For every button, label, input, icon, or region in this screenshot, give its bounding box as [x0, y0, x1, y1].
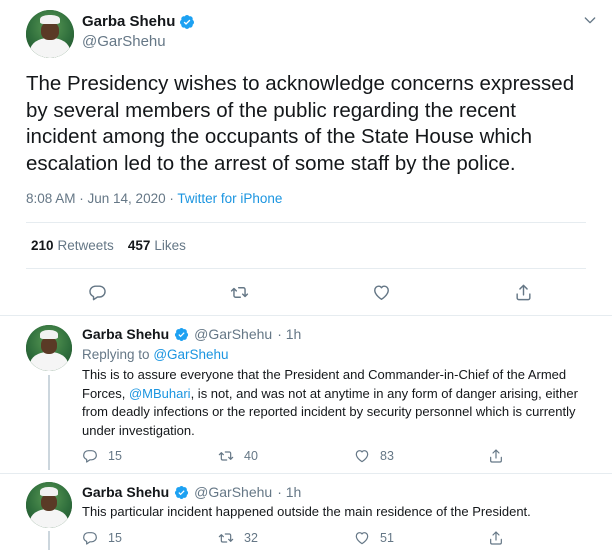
reply-text: This particular incident happened outsid…: [82, 504, 531, 519]
share-action[interactable]: [488, 448, 504, 464]
author-name[interactable]: Garba Shehu: [82, 13, 195, 30]
reply-time[interactable]: · 1h: [277, 484, 301, 500]
author-name[interactable]: Garba Shehu: [82, 326, 169, 342]
author-handle[interactable]: @GarShehu: [194, 484, 272, 500]
chevron-down-icon[interactable]: [582, 12, 598, 28]
avatar[interactable]: [26, 10, 74, 58]
tweet-text: The Presidency wishes to acknowledge con…: [26, 72, 575, 175]
replying-to: Replying to @GarShehu: [82, 347, 229, 362]
reply-header: Garba Shehu @GarShehu · 1h: [82, 326, 301, 342]
reply-time[interactable]: · 1h: [277, 326, 301, 342]
reply-header: Garba Shehu @GarShehu · 1h: [82, 484, 301, 500]
reply-text: This is to assure everyone that the Pres…: [82, 366, 602, 440]
heart-icon: [355, 450, 369, 463]
share-icon: [490, 531, 502, 545]
tweet-source[interactable]: Twitter for iPhone: [177, 191, 282, 206]
share-icon: [490, 449, 502, 463]
retweet-count: 32: [244, 531, 258, 545]
tweet-timestamp[interactable]: 8:08 AM · Jun 14, 2020: [26, 191, 166, 206]
reply-icon[interactable]: [88, 283, 107, 302]
retweets-count: 210: [31, 238, 54, 253]
mention-link[interactable]: @MBuhari: [129, 386, 191, 401]
retweet-icon[interactable]: [230, 283, 249, 302]
tweet-stats: 210 Retweets 457 Likes: [31, 238, 186, 253]
section-divider: [0, 473, 612, 474]
author-handle[interactable]: @GarShehu: [194, 326, 272, 342]
likes-label: Likes: [154, 238, 186, 253]
author-name-text[interactable]: Garba Shehu: [82, 13, 175, 30]
replying-to-handle[interactable]: @GarShehu: [153, 347, 228, 362]
like-action[interactable]: 51: [354, 530, 394, 546]
heart-icon: [355, 532, 369, 545]
reply-count: 15: [108, 531, 122, 545]
verified-badge-icon: [175, 485, 189, 499]
likes-count: 457: [127, 238, 151, 253]
divider: [26, 268, 586, 269]
reply-action[interactable]: 15: [82, 448, 122, 464]
replying-to-prefix: Replying to: [82, 347, 150, 362]
like-count: 51: [380, 531, 394, 545]
avatar[interactable]: [26, 325, 72, 371]
reply-count: 15: [108, 449, 122, 463]
verified-badge-icon: [180, 14, 195, 29]
reply-icon: [83, 532, 97, 545]
tweet-meta: 8:08 AM · Jun 14, 2020 · Twitter for iPh…: [26, 191, 283, 206]
section-divider: [0, 315, 612, 316]
verified-badge-icon: [175, 327, 189, 341]
like-action[interactable]: 83: [354, 448, 394, 464]
share-icon[interactable]: [514, 283, 533, 302]
author-handle[interactable]: @GarShehu: [82, 33, 166, 50]
retweet-icon: [218, 451, 234, 461]
reply-icon: [83, 450, 97, 463]
thread-line: [48, 375, 50, 470]
retweet-action[interactable]: 40: [218, 448, 258, 464]
divider: [26, 222, 586, 223]
retweet-icon: [218, 533, 234, 543]
like-count: 83: [380, 449, 394, 463]
heart-icon[interactable]: [372, 283, 391, 302]
thread-line: [48, 531, 50, 550]
retweet-action[interactable]: 32: [218, 530, 258, 546]
retweets-stat[interactable]: 210 Retweets: [31, 238, 114, 253]
avatar[interactable]: [26, 482, 72, 528]
retweets-label: Retweets: [57, 238, 114, 253]
retweet-count: 40: [244, 449, 258, 463]
reply-action[interactable]: 15: [82, 530, 122, 546]
share-action[interactable]: [488, 530, 504, 546]
likes-stat[interactable]: 457 Likes: [128, 238, 186, 253]
author-name[interactable]: Garba Shehu: [82, 484, 169, 500]
